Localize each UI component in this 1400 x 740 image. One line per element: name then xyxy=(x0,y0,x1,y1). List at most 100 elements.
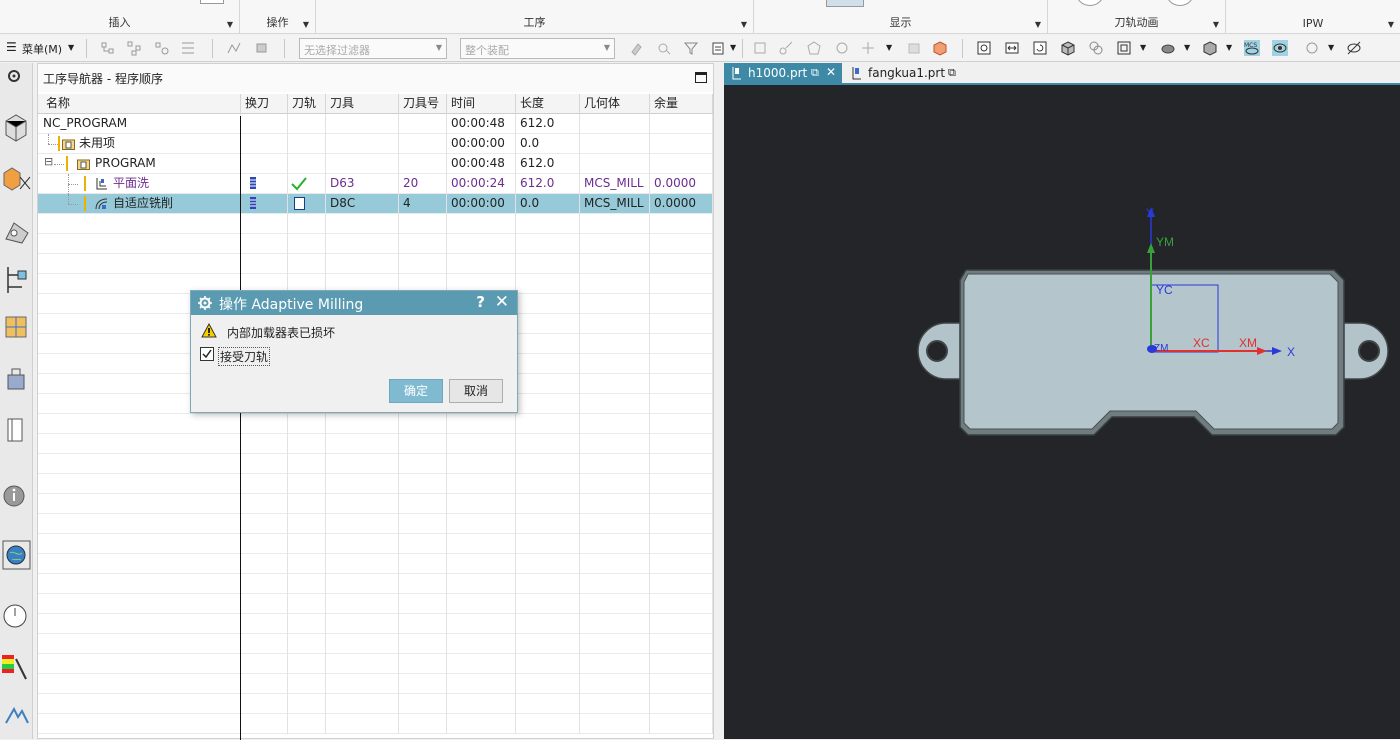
hamburger-icon[interactable]: ☰ xyxy=(6,40,17,54)
mcs-display-icon[interactable]: MCS xyxy=(1244,40,1260,56)
selection-filter-dropdown[interactable]: 无选择过滤器 ▼ xyxy=(299,38,447,59)
role-icon[interactable] xyxy=(2,699,31,731)
filter-icon[interactable] xyxy=(683,40,699,56)
ok-button[interactable]: 确定 xyxy=(389,379,443,403)
chevron-down-icon[interactable]: ▼ xyxy=(1184,43,1190,52)
tree-expand-icon[interactable] xyxy=(100,40,116,56)
empty-cell xyxy=(288,514,326,534)
ribbon-group-ipw[interactable]: IPW ▼ xyxy=(1226,0,1400,34)
empty-cell xyxy=(580,654,650,674)
tree-collapse-icon[interactable] xyxy=(126,40,142,56)
column-header-tool-change[interactable]: 换刀 xyxy=(241,94,288,114)
chevron-down-icon[interactable]: ▼ xyxy=(741,20,747,29)
accept-toolpath-checkbox[interactable] xyxy=(200,347,214,361)
ribbon-group-insert[interactable]: 插入 ▼ xyxy=(0,0,240,34)
visualization-palette-icon[interactable] xyxy=(2,651,31,683)
frame-icon[interactable] xyxy=(1116,40,1132,56)
3d-viewport[interactable]: Y YM YC XC XM X ZM xyxy=(724,85,1400,739)
eye-icon[interactable] xyxy=(1272,40,1288,56)
reuse-library-icon[interactable] xyxy=(2,413,31,445)
chevron-down-icon[interactable]: ▼ xyxy=(1328,43,1334,52)
close-icon[interactable]: ✕ xyxy=(826,65,836,79)
ribbon-group-operation[interactable]: 操作 ▼ xyxy=(240,0,316,34)
fit-icon[interactable] xyxy=(1004,40,1020,56)
chevron-down-icon[interactable]: ▼ xyxy=(1388,20,1394,29)
orient-view-icon[interactable] xyxy=(1060,40,1076,56)
empty-cell xyxy=(650,594,713,614)
collapse-toggle-icon[interactable]: ⊟ xyxy=(44,155,53,168)
menu-button[interactable]: 菜单(M) xyxy=(22,41,62,57)
visibility-icon[interactable] xyxy=(1304,40,1320,56)
empty-cell xyxy=(38,234,241,254)
chevron-down-icon[interactable]: ▼ xyxy=(1140,43,1146,52)
constraint-navigator-icon[interactable] xyxy=(2,215,31,247)
snap-point-icon[interactable] xyxy=(752,40,768,56)
dialog-title[interactable]: 操作 Adaptive Milling xyxy=(191,291,517,315)
box-icon[interactable] xyxy=(906,40,922,56)
hide-icon[interactable] xyxy=(1346,40,1362,56)
zoom-window-icon[interactable] xyxy=(976,40,992,56)
fixture-library-icon[interactable] xyxy=(2,363,31,395)
chevron-down-icon[interactable]: ▼ xyxy=(730,43,736,52)
accept-toolpath-label[interactable]: 接受刀轨 xyxy=(218,347,271,366)
snap-center-icon[interactable] xyxy=(834,40,850,56)
table-row[interactable]: ⊟ PROGRAM 00:00:48 612.0 xyxy=(38,154,713,174)
assembly-icon[interactable] xyxy=(254,40,270,56)
column-header-tool-number[interactable]: 刀具号 xyxy=(399,94,447,114)
table-row-selected[interactable]: 自适应铣削 D8C 4 00:00:00 0.0 MCS_MILL 0.0000 xyxy=(38,194,713,214)
column-header-toolpath[interactable]: 刀轨 xyxy=(288,94,326,114)
rotate-icon[interactable] xyxy=(1032,40,1048,56)
graph-icon[interactable] xyxy=(226,40,242,56)
web-browser-icon[interactable] xyxy=(2,539,31,571)
snap-end-icon[interactable] xyxy=(778,40,794,56)
chevron-down-icon[interactable]: ▼ xyxy=(68,43,74,52)
ribbon-group-toolpath-animation[interactable]: 刀轨动画 ▼ xyxy=(1048,0,1226,34)
column-header-tool[interactable]: 刀具 xyxy=(326,94,399,114)
ribbon-group-process[interactable]: 工序 ▼ xyxy=(316,0,754,34)
machine-navigator-icon[interactable] xyxy=(2,311,31,343)
empty-cell xyxy=(399,434,447,454)
settings-gear-icon[interactable] xyxy=(2,63,31,95)
table-row[interactable]: 未用项 00:00:00 0.0 xyxy=(38,134,713,154)
tab-h1000[interactable]: h1000.prt ⧉ ✕ xyxy=(724,63,842,85)
chevron-down-icon[interactable]: ▼ xyxy=(227,20,233,29)
operation-navigator-icon[interactable] xyxy=(2,263,31,295)
column-header-name[interactable]: 名称 xyxy=(38,94,241,114)
cancel-button[interactable]: 取消 xyxy=(449,379,503,403)
maximize-icon[interactable] xyxy=(695,72,707,83)
column-header-time[interactable]: 时间 xyxy=(447,94,516,114)
clipboard-icon[interactable] xyxy=(710,40,726,56)
table-row[interactable]: NC_PROGRAM 00:00:48 612.0 xyxy=(38,114,713,134)
render-style-icon[interactable] xyxy=(1160,40,1176,56)
tab-fangkua1[interactable]: fangkua1.prt ⧉ xyxy=(844,63,974,85)
tree-columns-icon[interactable] xyxy=(180,40,196,56)
chevron-down-icon[interactable]: ▼ xyxy=(886,43,892,52)
cube-color-icon[interactable] xyxy=(932,40,948,56)
history-clock-icon[interactable] xyxy=(2,599,31,631)
assembly-navigator-icon[interactable] xyxy=(2,163,31,195)
select-feature-icon[interactable] xyxy=(656,40,672,56)
help-button[interactable]: ? xyxy=(476,293,485,311)
shaded-cube-icon[interactable] xyxy=(1202,40,1218,56)
column-header-stock[interactable]: 余量 xyxy=(650,94,713,114)
part-navigator-icon[interactable] xyxy=(2,111,31,143)
layers-icon[interactable] xyxy=(1088,40,1104,56)
column-header-geometry[interactable]: 几何体 xyxy=(580,94,650,114)
column-header-length[interactable]: 长度 xyxy=(516,94,580,114)
info-icon[interactable] xyxy=(2,479,31,511)
chevron-down-icon[interactable]: ▼ xyxy=(1226,43,1232,52)
snap-quadrant-icon[interactable] xyxy=(860,40,876,56)
tree-find-icon[interactable] xyxy=(154,40,170,56)
assembly-scope-dropdown[interactable]: 整个装配 ▼ xyxy=(460,38,615,59)
row-tool-number: 4 xyxy=(399,194,447,214)
row-length: 612.0 xyxy=(516,154,580,174)
table-row[interactable]: 平面洗 D63 20 00:00:24 612.0 MCS_MILL 0.000… xyxy=(38,174,713,194)
chevron-down-icon[interactable]: ▼ xyxy=(1035,20,1041,29)
chevron-down-icon[interactable]: ▼ xyxy=(303,20,309,29)
part-file-icon xyxy=(732,67,741,80)
chevron-down-icon[interactable]: ▼ xyxy=(1213,20,1219,29)
snap-icon[interactable] xyxy=(628,40,644,56)
ribbon-group-display[interactable]: 显示 ▼ xyxy=(754,0,1048,34)
snap-mid-icon[interactable] xyxy=(806,40,822,56)
close-button[interactable]: ✕ xyxy=(495,292,509,312)
